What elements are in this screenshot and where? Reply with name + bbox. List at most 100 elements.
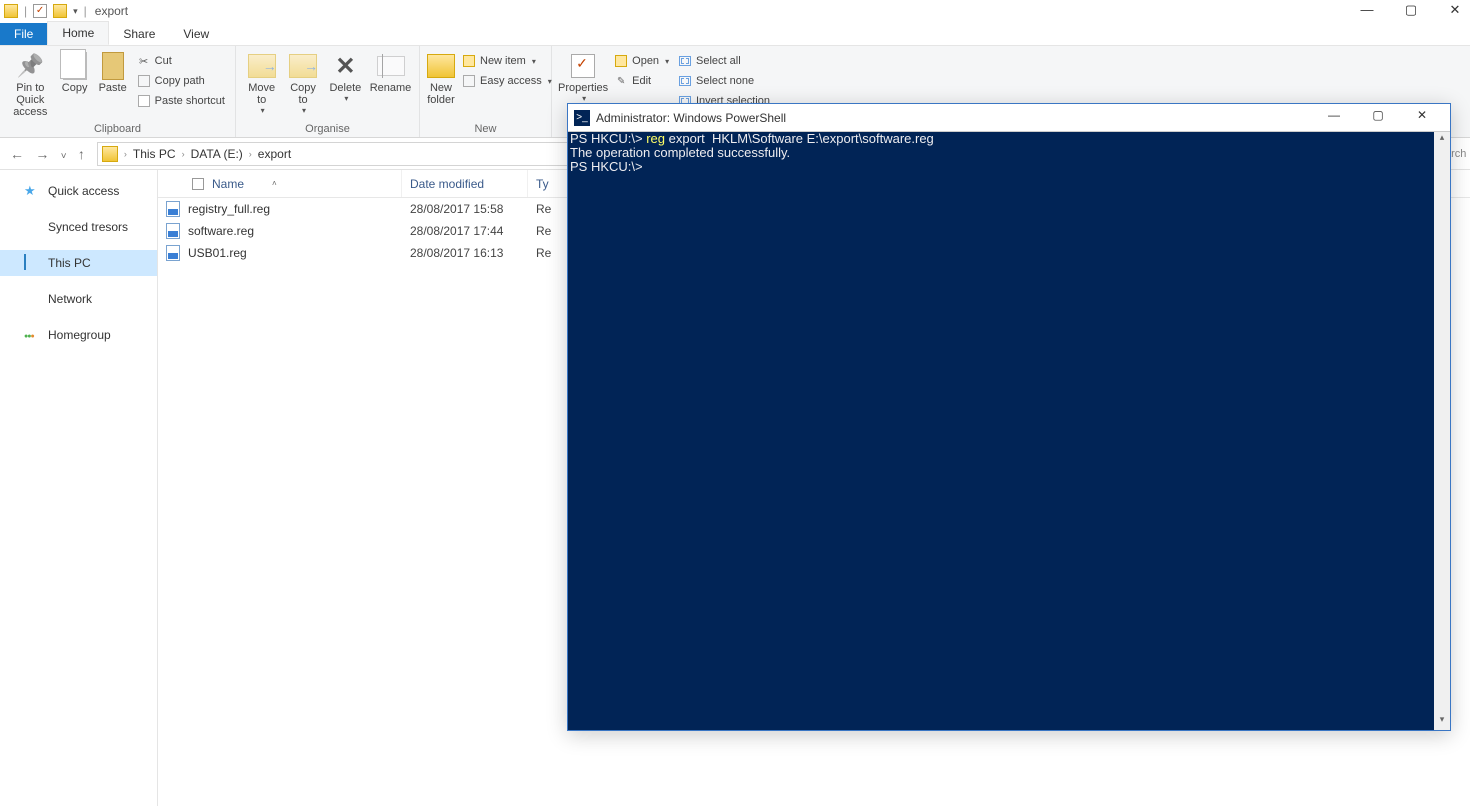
window-title: export: [95, 4, 128, 18]
copy-button[interactable]: Copy: [57, 48, 93, 94]
easy-access-button[interactable]: Easy access▾: [458, 72, 556, 90]
chevron-right-icon[interactable]: ›: [182, 149, 185, 159]
pin-to-quick-access-button[interactable]: Pin to Quick access: [6, 48, 55, 118]
paste-button[interactable]: Paste: [95, 48, 131, 94]
sidebar-item-network[interactable]: Network: [0, 286, 157, 312]
quick-access-toolbar: | ✓ ▾ |: [4, 4, 87, 18]
move-to-button[interactable]: Move to ▾: [242, 48, 281, 115]
ps-console[interactable]: PS HKCU:\> reg export HKLM\Software E:\e…: [568, 132, 1450, 174]
chevron-down-icon: ▾: [344, 94, 348, 103]
ps-prompt: PS HKCU:\>: [570, 131, 646, 146]
reg-file-icon: [166, 223, 180, 239]
chevron-down-icon: ▾: [261, 106, 265, 115]
folder-icon[interactable]: [4, 4, 18, 18]
ps-maximize-button[interactable]: ▢: [1356, 108, 1400, 128]
folder-icon[interactable]: [53, 4, 67, 18]
move-to-icon: [248, 54, 276, 78]
copy-to-button[interactable]: Copy to ▾: [283, 48, 322, 115]
sort-indicator-icon: ˄: [272, 179, 277, 188]
chevron-right-icon[interactable]: ›: [249, 149, 252, 159]
tab-share[interactable]: Share: [109, 23, 169, 45]
up-button[interactable]: ↑: [74, 146, 89, 162]
column-header-name[interactable]: Name˄: [158, 170, 402, 197]
ps-command: reg: [646, 131, 668, 146]
sidebar-item-quick-access[interactable]: Quick access: [0, 178, 157, 204]
open-button[interactable]: Open▾: [610, 52, 673, 70]
group-clipboard: Pin to Quick access Copy Paste Cut Copy …: [0, 46, 236, 137]
easy-access-icon: [463, 75, 475, 87]
navigation-pane: Quick access Synced tresors This PC Netw…: [0, 170, 158, 806]
edit-button[interactable]: Edit: [610, 72, 673, 90]
crumb-folder[interactable]: export: [258, 147, 291, 161]
rename-button[interactable]: Rename: [368, 48, 413, 94]
properties-qat-icon[interactable]: ✓: [33, 4, 47, 18]
sidebar-item-this-pc[interactable]: This PC: [0, 250, 157, 276]
properties-button[interactable]: Properties ▾: [558, 48, 608, 103]
scroll-up-icon[interactable]: ▴: [1434, 132, 1450, 148]
back-button[interactable]: ←: [6, 146, 28, 162]
group-label-new: New: [426, 121, 545, 137]
tab-home[interactable]: Home: [47, 21, 109, 45]
properties-label: Properties: [558, 82, 608, 94]
column-label: Ty: [536, 177, 549, 191]
rename-icon: [377, 56, 405, 76]
ribbon-tabs: File Home Share View: [0, 22, 1470, 46]
sidebar-item-label: This PC: [48, 256, 91, 270]
select-all-button[interactable]: Select all: [674, 52, 774, 70]
select-all-icon: [679, 56, 691, 66]
reg-file-icon: [166, 245, 180, 261]
group-new: New folder New item▾ Easy access▾ New: [420, 46, 552, 137]
open-label: Open: [632, 55, 659, 67]
group-label-clipboard: Clipboard: [6, 121, 229, 137]
ps-close-button[interactable]: ✕: [1400, 108, 1444, 128]
copy-to-icon: [289, 54, 317, 78]
delete-icon: [330, 52, 360, 80]
sidebar-item-label: Homegroup: [48, 328, 111, 342]
delete-button[interactable]: Delete ▾: [325, 48, 366, 103]
column-header-date[interactable]: Date modified: [402, 170, 528, 197]
copy-path-button[interactable]: Copy path: [133, 72, 229, 90]
recent-dropdown[interactable]: ˅: [57, 151, 71, 162]
close-button[interactable]: ✕: [1442, 2, 1468, 18]
crumb-drive[interactable]: DATA (E:): [191, 147, 243, 161]
new-folder-button[interactable]: New folder: [426, 48, 456, 106]
tab-view[interactable]: View: [169, 23, 223, 45]
select-all-label: Select all: [696, 55, 741, 67]
chevron-down-icon: ▾: [302, 106, 306, 115]
reg-file-icon: [166, 201, 180, 217]
scissors-icon: [137, 54, 151, 68]
chevron-right-icon[interactable]: ›: [124, 149, 127, 159]
ps-title: Administrator: Windows PowerShell: [596, 111, 1312, 125]
forward-button[interactable]: →: [31, 146, 53, 162]
nav-arrows: ← → ˅ ↑: [6, 146, 89, 162]
file-date: 28/08/2017 15:58: [402, 202, 528, 216]
tab-file[interactable]: File: [0, 23, 47, 45]
ps-output: The operation completed successfully.: [570, 145, 790, 160]
minimize-button[interactable]: —: [1354, 2, 1380, 18]
paste-shortcut-button[interactable]: Paste shortcut: [133, 92, 229, 110]
chevron-down-icon: ▾: [582, 94, 586, 103]
crumb-this-pc[interactable]: This PC: [133, 147, 176, 161]
cut-button[interactable]: Cut: [133, 52, 229, 70]
powershell-icon: >_: [574, 110, 590, 126]
scroll-down-icon[interactable]: ▾: [1434, 714, 1450, 730]
select-all-checkbox[interactable]: [192, 178, 204, 190]
ps-titlebar[interactable]: >_ Administrator: Windows PowerShell — ▢…: [568, 104, 1450, 132]
new-item-button[interactable]: New item▾: [458, 52, 556, 70]
ps-minimize-button[interactable]: —: [1312, 108, 1356, 128]
file-date: 28/08/2017 17:44: [402, 224, 528, 238]
select-none-button[interactable]: Select none: [674, 72, 774, 90]
new-item-label: New item: [480, 55, 526, 67]
sidebar-item-homegroup[interactable]: Homegroup: [0, 322, 157, 348]
powershell-window[interactable]: >_ Administrator: Windows PowerShell — ▢…: [567, 103, 1451, 731]
copy-path-icon: [138, 75, 150, 87]
copy-label: Copy: [62, 82, 88, 94]
sidebar-item-synced-tresors[interactable]: Synced tresors: [0, 214, 157, 240]
ps-scrollbar[interactable]: ▴ ▾: [1434, 132, 1450, 730]
ps-window-controls: — ▢ ✕: [1312, 108, 1444, 128]
qat-dropdown-icon[interactable]: ▾: [73, 6, 78, 17]
new-folder-label: New folder: [427, 82, 455, 106]
delete-label: Delete: [329, 82, 361, 94]
maximize-button[interactable]: ▢: [1398, 2, 1424, 18]
ps-args: export HKLM\Software E:\export\software.…: [669, 131, 934, 146]
